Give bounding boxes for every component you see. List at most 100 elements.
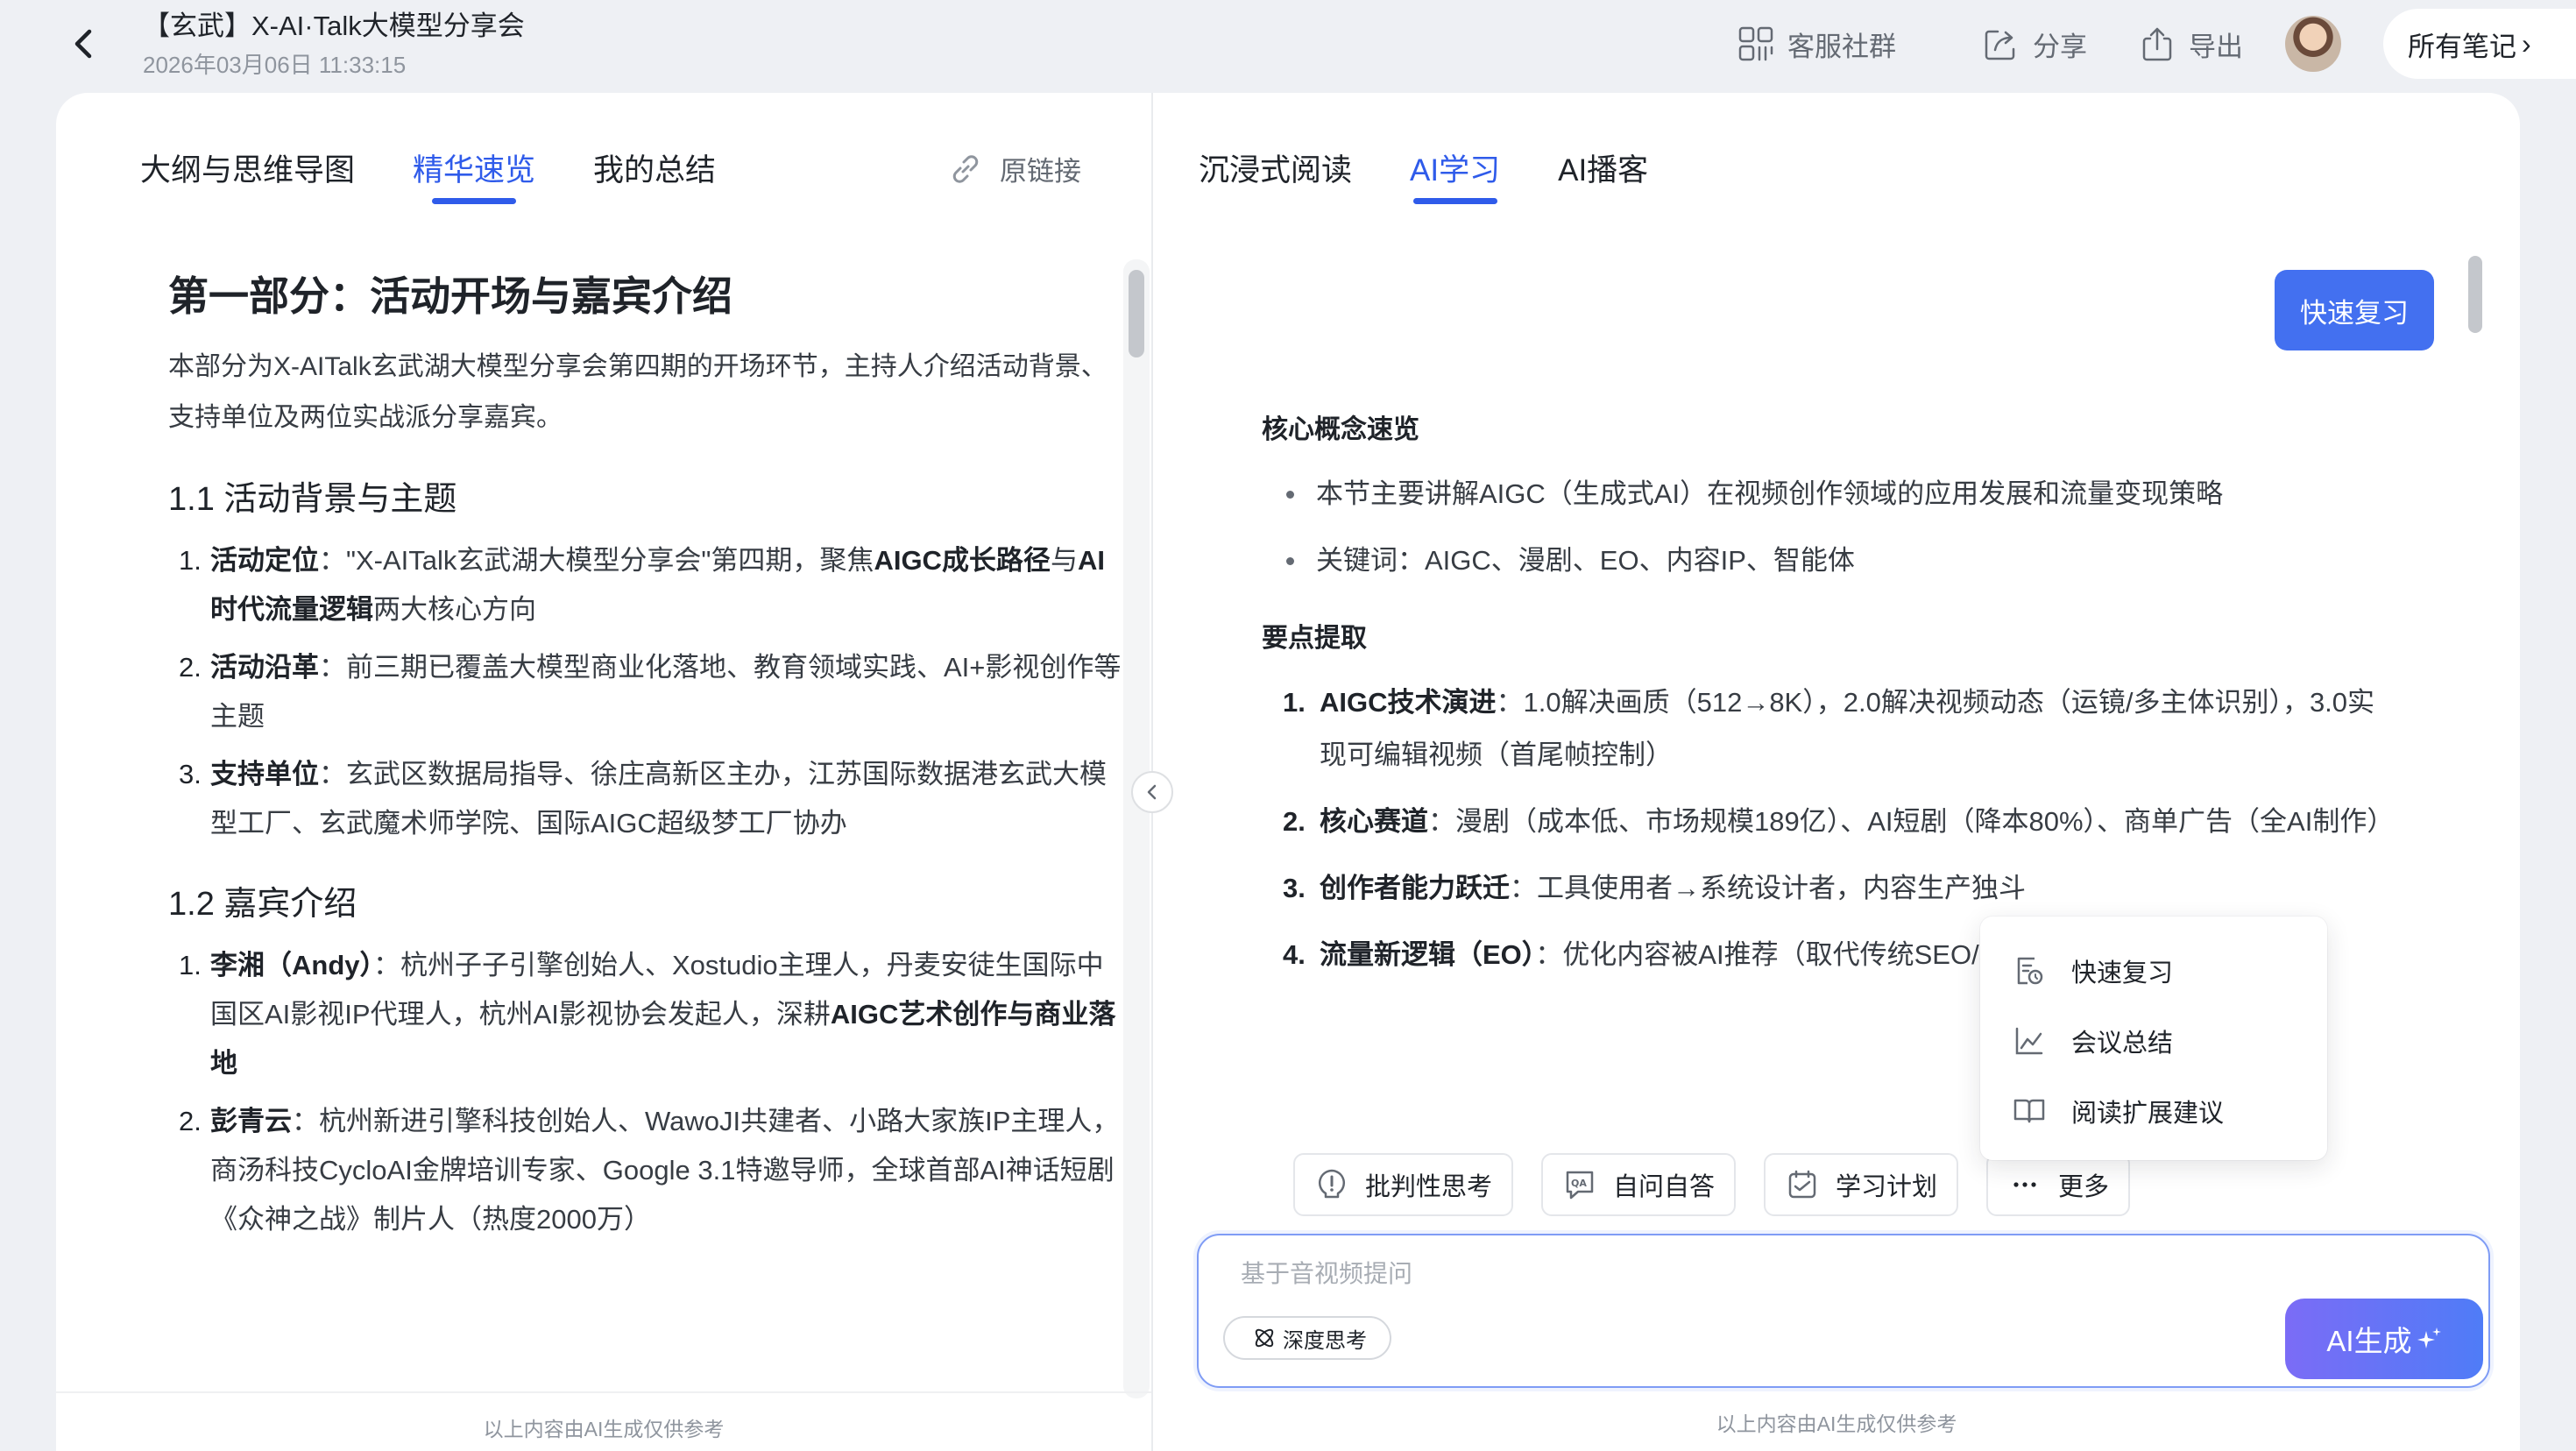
- subsection-list: 1. 活动定位："X-AITalk玄武湖大模型分享会"第四期，聚焦AIGC成长路径…: [168, 536, 1123, 848]
- list-item: 本节主要讲解AIGC（生成式AI）在视频创作领域的应用发展和流量变现策略: [1283, 470, 2401, 519]
- menu-item-reading-suggestions[interactable]: 阅读扩展建议: [1980, 1076, 2327, 1146]
- ai-disclaimer: 以上内容由AI生成仅供参考: [483, 1418, 725, 1440]
- chip-label: 学习计划: [1836, 1173, 1938, 1201]
- menu-item-label: 快速复习: [2071, 959, 2174, 987]
- deep-think-toggle[interactable]: 深度思考: [1223, 1316, 1391, 1360]
- all-notes-label: 所有笔记: [2408, 31, 2516, 62]
- menu-item-meeting-summary[interactable]: 会议总结: [1980, 1006, 2327, 1076]
- export-label: 导出: [2189, 31, 2243, 62]
- share-icon: [1985, 30, 2015, 60]
- list-number: 1.: [1283, 687, 1306, 718]
- list-item: 2. 活动沿革：前三期已覆盖大模型商业化落地、教育领域实践、AI+影视创作等主题: [168, 643, 1123, 741]
- quick-review-button[interactable]: 快速复习: [2275, 270, 2434, 350]
- footer-divider: [56, 1391, 1151, 1393]
- left-panel: 大纲与思维导图 精华速览 我的总结 原链接 第一部分：活动开场与嘉宾介绍 本部分…: [56, 93, 1151, 1451]
- list-number: 1.: [179, 545, 202, 576]
- list-item-text: ：漫剧（成本低、市场规模189亿）、AI短剧（降本80%）、商单广告（全AI制作…: [1428, 806, 2395, 837]
- ai-learning-content: 核心概念速览 本节主要讲解AIGC（生成式AI）在视频创作领域的应用发展和流量变…: [1262, 408, 2401, 995]
- collapse-panel-button[interactable]: [1131, 771, 1173, 813]
- ai-generate-button[interactable]: AI生成: [2285, 1299, 2483, 1379]
- avatar[interactable]: [2285, 16, 2341, 72]
- service-group-button[interactable]: 客服社群: [1737, 21, 1896, 67]
- tab-highlights[interactable]: 精华速览: [413, 145, 535, 202]
- study-plan-chip[interactable]: 学习计划: [1764, 1153, 1959, 1216]
- list-item-text: ：工具使用者→系统设计者，内容生产: [1510, 873, 1971, 903]
- list-item-keyword: AIGC技术演进: [1320, 687, 1497, 718]
- tab-outline-mindmap[interactable]: 大纲与思维导图: [140, 145, 355, 202]
- title-block: 【玄武】X-AI·Talk大模型分享会 2026年03月06日 11:33:15: [143, 9, 525, 81]
- question-input[interactable]: [1241, 1255, 2380, 1304]
- core-concepts-title: 核心概念速览: [1262, 415, 1419, 444]
- list-item-text: ："X-AITalk玄武湖大模型分享会"第四期，聚焦: [319, 545, 874, 576]
- tab-ai-learning[interactable]: AI学习: [1410, 145, 1500, 202]
- svg-text:QA: QA: [1571, 1178, 1587, 1189]
- all-notes-button[interactable]: 所有笔记 ›: [2383, 9, 2576, 79]
- document-datetime: 2026年03月06日 11:33:15: [143, 52, 407, 78]
- list-number: 3.: [1283, 873, 1306, 903]
- back-arrow-icon: [74, 29, 92, 59]
- list-item-text: ：杭州新进引擎科技创始人、WawoJI共建者、小路大家族IP主理人，商汤科技Cy…: [210, 1106, 1120, 1235]
- list-item: 1. 活动定位："X-AITalk玄武湖大模型分享会"第四期，聚焦AIGC成长路径…: [168, 536, 1123, 634]
- list-item: 3. 支持单位：玄武区数据局指导、徐庄高新区主办，江苏国际数据港玄武大模型工厂、玄…: [168, 750, 1123, 848]
- left-scrollbar[interactable]: [1123, 259, 1150, 1398]
- critical-thinking-chip[interactable]: 批判性思考: [1293, 1153, 1514, 1216]
- deep-think-icon: [1255, 1328, 1274, 1348]
- more-dots-icon: [2013, 1182, 2036, 1187]
- list-number: 2.: [179, 652, 202, 683]
- right-scrollbar[interactable]: [2463, 247, 2489, 1255]
- scrollbar-thumb[interactable]: [1129, 270, 1144, 357]
- chip-label: 批判性思考: [1365, 1173, 1493, 1201]
- scrollbar-thumb[interactable]: [2468, 256, 2482, 333]
- list-item: 2. 核心赛道：漫剧（成本低、市场规模189亿）、AI短剧（降本80%）、商单广告…: [1283, 796, 2401, 848]
- back-button[interactable]: [63, 23, 105, 65]
- tab-my-summary[interactable]: 我的总结: [593, 145, 716, 202]
- tab-immersive-reading[interactable]: 沉浸式阅读: [1199, 145, 1352, 202]
- tab-ai-podcast[interactable]: AI播客: [1558, 145, 1648, 202]
- list-item-keyword: 李湘（Andy）: [210, 950, 373, 980]
- source-link[interactable]: 原链接: [947, 149, 1081, 188]
- subsection-list: 1. 李湘（Andy）：杭州子子引擎创始人、Xostudio主理人，丹麦安徒生国际…: [168, 941, 1123, 1244]
- list-item-keyword: 流量新逻辑（EO）: [1320, 939, 1536, 970]
- list-number: 3.: [179, 759, 202, 789]
- document-title: 【玄武】X-AI·Talk大模型分享会: [143, 11, 525, 41]
- list-item: 1. AIGC技术演进：1.0解决画质（512→8K），2.0解决视频动态（运镜/…: [1283, 676, 2401, 782]
- ai-generate-label: AI生成: [2326, 1325, 2412, 1357]
- list-item-keyword: AIGC成长路径: [874, 545, 1051, 576]
- sparkle-icon: [2417, 1327, 2441, 1348]
- question-input-box: 深度思考 AI生成: [1197, 1234, 2490, 1388]
- export-button[interactable]: 导出: [2138, 21, 2243, 67]
- chevron-right-icon: ›: [2522, 27, 2531, 60]
- key-points-title: 要点提取: [1262, 624, 1367, 653]
- subsection-title: 1.1 活动背景与主题: [168, 481, 457, 518]
- list-item-text: ：玄武区数据局指导、徐庄高新区主办，江苏国际数据港玄武大模型工厂、玄武魔术师学院…: [210, 759, 1107, 839]
- chip-label: 自问自答: [1613, 1173, 1716, 1201]
- export-icon: [2142, 27, 2172, 61]
- more-chip[interactable]: 更多: [1986, 1153, 2131, 1216]
- highlights-content: 第一部分：活动开场与嘉宾介绍 本部分为X-AITalk玄武湖大模型分享会第四期的…: [168, 268, 1123, 1253]
- list-number: 2.: [1283, 806, 1306, 837]
- menu-item-label: 会议总结: [2071, 1030, 2174, 1058]
- list-item: 2. 彭青云：杭州新进引擎科技创始人、WawoJI共建者、小路大家族IP主理人，商…: [168, 1097, 1123, 1244]
- list-number: 2.: [179, 1106, 202, 1136]
- list-item-keyword: 核心赛道: [1320, 806, 1428, 837]
- qr-service-icon: [1738, 26, 1773, 61]
- source-link-label: 原链接: [1000, 156, 1081, 187]
- left-tabs: 大纲与思维导图 精华速览 我的总结: [140, 145, 716, 202]
- section-title: 第一部分：活动开场与嘉宾介绍: [168, 273, 732, 319]
- self-qa-chip[interactable]: QA 自问自答: [1541, 1153, 1737, 1216]
- list-item-text: ：优化内容被AI推荐（取代传统SEO: [1535, 939, 1972, 970]
- list-item-keyword: 支持单位: [210, 759, 319, 789]
- chip-label: 更多: [2058, 1173, 2110, 1201]
- list-number: 4.: [1283, 939, 1306, 970]
- list-number: 1.: [179, 950, 202, 980]
- list-item: 3. 创作者能力跃迁：工具使用者→系统设计者，内容生产独斗: [1283, 862, 2401, 915]
- review-doc-icon: [2017, 957, 2043, 985]
- list-item: 1. 李湘（Andy）：杭州子子引擎创始人、Xostudio主理人，丹麦安徒生国际…: [168, 941, 1123, 1088]
- qa-icon: QA: [1566, 1171, 1594, 1200]
- share-button[interactable]: 分享: [1982, 21, 2087, 67]
- menu-item-quick-review[interactable]: 快速复习: [1980, 936, 2327, 1006]
- core-concepts-list: 本节主要讲解AIGC（生成式AI）在视频创作领域的应用发展和流量变现策略 关键词…: [1283, 470, 2401, 585]
- list-item-keyword: 彭青云: [210, 1106, 292, 1136]
- list-item-text: 两大核心方向: [373, 594, 536, 625]
- list-item-text: 独斗: [1971, 873, 2026, 903]
